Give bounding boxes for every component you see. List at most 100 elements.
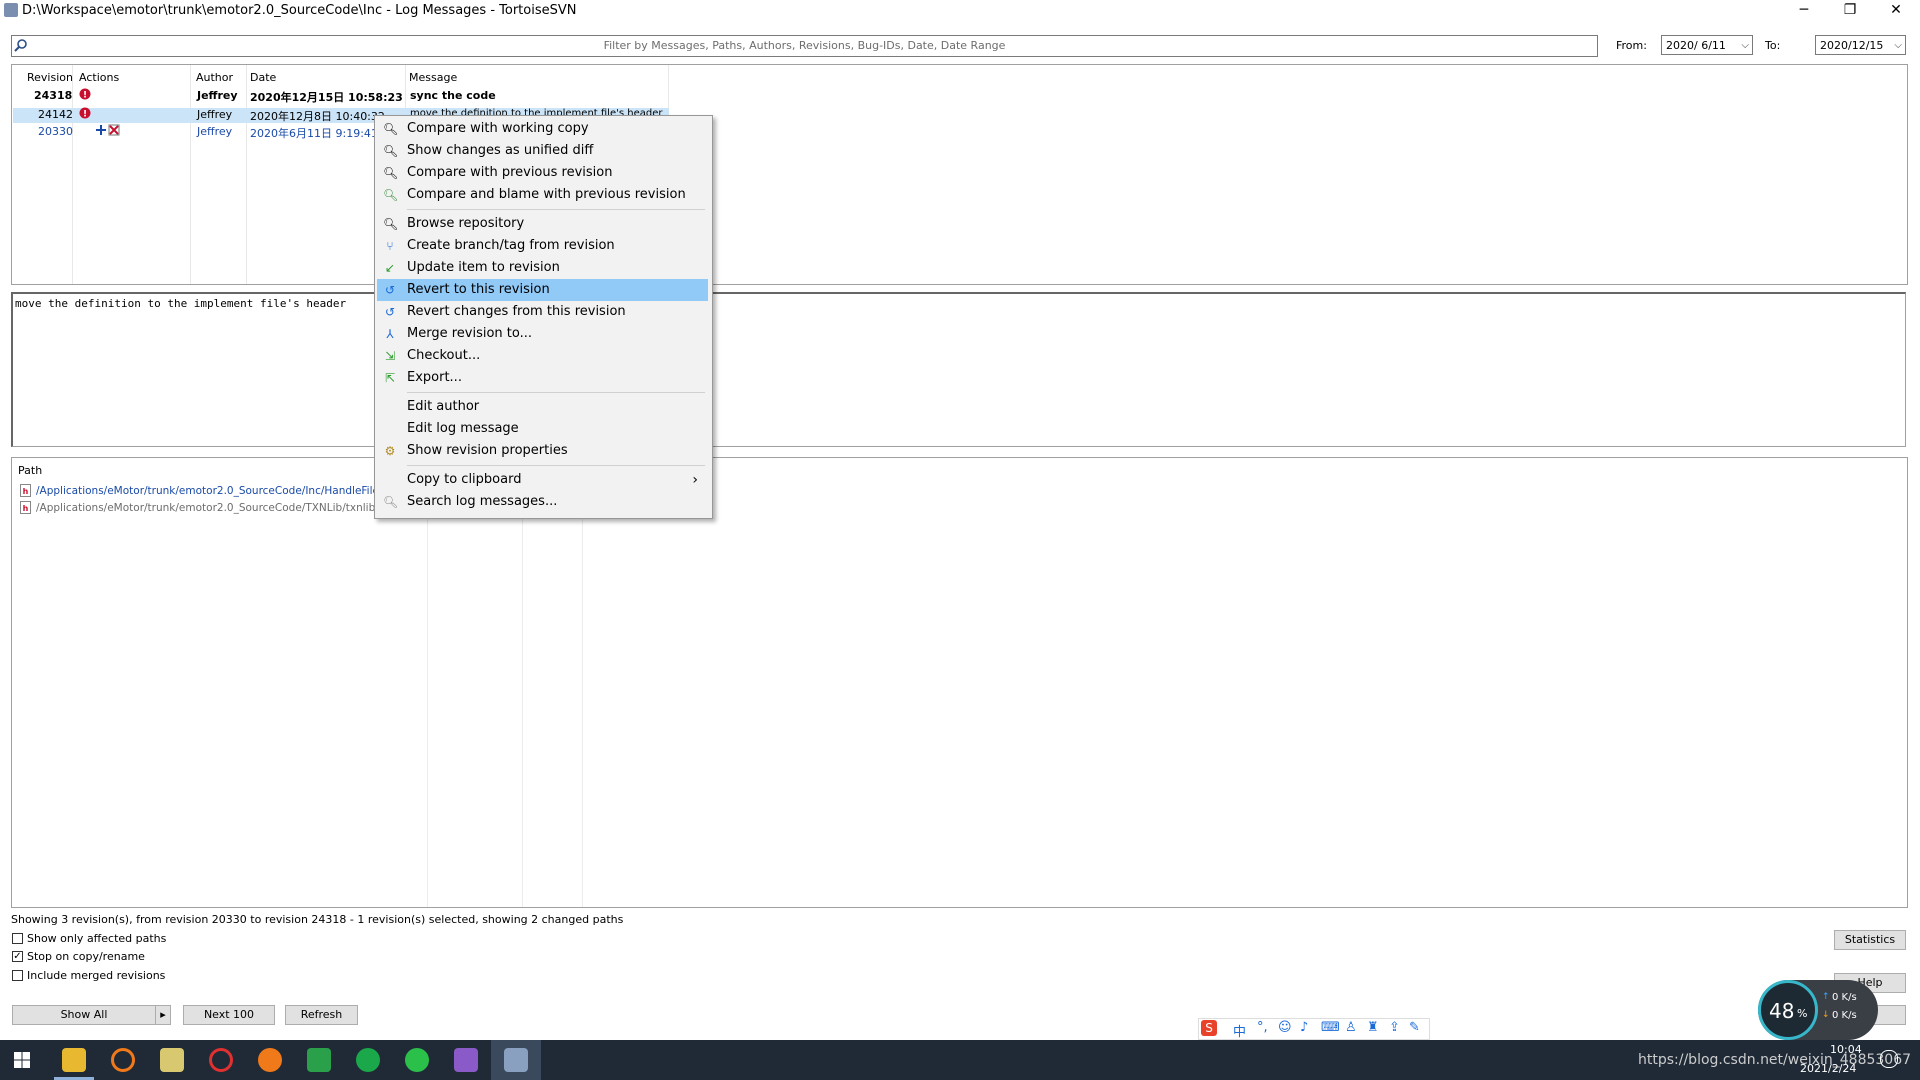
affected-paths-checkbox[interactable]: [12, 933, 23, 944]
statistics-button[interactable]: Statistics: [1834, 930, 1906, 950]
settings-wrench-icon[interactable]: ✎: [1409, 1020, 1420, 1035]
punctuation-icon[interactable]: °,: [1257, 1020, 1268, 1035]
wechat-icon[interactable]: [405, 1048, 429, 1072]
to-date-value: 2020/12/15: [1820, 39, 1884, 52]
revert-icon: ↺: [384, 283, 396, 297]
menu-separator: [407, 209, 705, 210]
menu-export[interactable]: ⇱ Export...: [377, 367, 708, 389]
from-date-picker[interactable]: 2020/ 6/11 ⌵: [1661, 35, 1753, 55]
percent-sign: %: [1797, 1007, 1808, 1020]
include-merged-label[interactable]: Include merged revisions: [27, 969, 165, 982]
revision-author[interactable]: Jeffrey: [197, 89, 238, 102]
visual-studio-icon[interactable]: [454, 1048, 478, 1072]
menu-compare-working-copy[interactable]: 🔍︎ Compare with working copy: [377, 118, 708, 140]
menu-compare-previous[interactable]: 🔍︎ Compare with previous revision: [377, 162, 708, 184]
spreadsheet-icon[interactable]: [307, 1048, 331, 1072]
menu-revert-to-revision[interactable]: ↺ Revert to this revision: [377, 279, 708, 301]
log-message-panel[interactable]: move the definition to the implement fil…: [11, 292, 1906, 447]
log-message-text[interactable]: move the definition to the implement fil…: [15, 297, 346, 310]
clock-time[interactable]: 10:04: [1830, 1043, 1862, 1056]
menu-browse-repository[interactable]: 🔍︎ Browse repository: [377, 213, 708, 235]
column-header-message[interactable]: Message: [409, 71, 457, 84]
export-icon: ⇱: [384, 371, 396, 385]
revision-author[interactable]: Jeffrey: [197, 125, 232, 138]
clock-date[interactable]: 2021/2/24: [1800, 1062, 1856, 1075]
stop-on-copy-checkbox[interactable]: ✓: [12, 951, 23, 962]
download-arrow-icon: ↓: [1822, 1010, 1830, 1020]
toolbox-icon[interactable]: ⇪: [1389, 1020, 1400, 1035]
refresh-button[interactable]: Refresh: [285, 1005, 358, 1025]
skin-icon[interactable]: ♜: [1367, 1020, 1379, 1035]
ime-mode-toggle[interactable]: 中: [1233, 1021, 1246, 1040]
menu-search-log-messages[interactable]: 🔍︎ Search log messages...: [377, 491, 708, 513]
app-red-icon[interactable]: [209, 1048, 233, 1072]
column-header-actions[interactable]: Actions: [79, 71, 119, 84]
menu-separator: [407, 465, 705, 466]
revision-author[interactable]: Jeffrey: [197, 108, 232, 121]
menu-separator: [407, 392, 705, 393]
checkout-icon: ⇲: [384, 349, 396, 363]
include-merged-checkbox[interactable]: [12, 970, 23, 981]
svg-text:h: h: [23, 504, 29, 513]
revision-number[interactable]: 24318: [34, 89, 72, 102]
merge-icon: ⅄: [386, 327, 394, 341]
menu-checkout[interactable]: ⇲ Checkout...: [377, 345, 708, 367]
microphone-icon[interactable]: ♪: [1300, 1020, 1308, 1035]
context-menu[interactable]: 🔍︎ Compare with working copy 🔍︎ Show chang…: [374, 115, 713, 519]
user-icon[interactable]: ♙: [1345, 1020, 1357, 1035]
menu-create-branch[interactable]: ⑂ Create branch/tag from revision: [377, 235, 708, 257]
column-header-path[interactable]: Path: [18, 464, 42, 477]
added-action-icon: [96, 125, 106, 135]
show-all-button[interactable]: Show All: [12, 1005, 156, 1025]
revision-number[interactable]: 20330: [38, 125, 73, 138]
green-app-icon[interactable]: [356, 1048, 380, 1072]
column-header-date[interactable]: Date: [250, 71, 276, 84]
close-button[interactable]: ✕: [1873, 0, 1919, 22]
revision-number[interactable]: 24142: [38, 108, 73, 121]
stop-on-copy-label[interactable]: Stop on copy/rename: [27, 950, 145, 963]
menu-edit-author[interactable]: Edit author: [377, 396, 708, 418]
emoji-icon[interactable]: ☺: [1278, 1020, 1292, 1035]
file-explorer-icon[interactable]: [62, 1048, 86, 1072]
menu-update-to-revision[interactable]: ↙ Update item to revision: [377, 257, 708, 279]
menu-copy-to-clipboard[interactable]: Copy to clipboard ›: [377, 469, 708, 491]
download-speed: 0 K/s: [1832, 1010, 1857, 1021]
search-app-icon[interactable]: [111, 1048, 135, 1072]
to-date-picker[interactable]: 2020/12/15 ⌵: [1815, 35, 1906, 55]
column-header-author[interactable]: Author: [196, 71, 233, 84]
network-monitor-widget[interactable]: 48 % ↑ 0 K/s ↓ 0 K/s: [1758, 980, 1878, 1040]
windows-start-icon[interactable]: [14, 1052, 30, 1068]
changed-path-item[interactable]: /Applications/eMotor/trunk/emotor2.0_Sou…: [36, 485, 389, 497]
tortoisesvn-taskbar-icon[interactable]: [504, 1048, 528, 1072]
changed-paths-list[interactable]: Path h /Applications/eMotor/trunk/emotor…: [11, 457, 1908, 908]
menu-show-unified-diff[interactable]: 🔍︎ Show changes as unified diff: [377, 140, 708, 162]
revision-message[interactable]: sync the code: [410, 89, 496, 102]
search-log-icon: 🔍︎: [383, 495, 399, 509]
ime-toolbar[interactable]: S 中 °, ☺ ♪ ⌨ ♙ ♜ ⇪ ✎: [1198, 1018, 1430, 1040]
sogou-logo-icon[interactable]: S: [1201, 1020, 1217, 1036]
menu-revert-changes[interactable]: ↺ Revert changes from this revision: [377, 301, 708, 323]
menu-compare-blame[interactable]: 🔍︎ Compare and blame with previous revisi…: [377, 184, 708, 206]
menu-merge-revision[interactable]: ⅄ Merge revision to...: [377, 323, 708, 345]
next-100-button[interactable]: Next 100: [183, 1005, 275, 1025]
changed-path-item[interactable]: /Applications/eMotor/trunk/emotor2.0_Sou…: [36, 502, 385, 514]
show-all-label: Show All: [60, 1008, 108, 1021]
minimize-button[interactable]: ─: [1781, 0, 1827, 22]
menu-edit-log-message[interactable]: Edit log message: [377, 418, 708, 440]
show-all-dropdown-button[interactable]: ▸: [155, 1005, 171, 1025]
notepad-icon[interactable]: [160, 1048, 184, 1072]
filter-input[interactable]: Filter by Messages, Paths, Authors, Revi…: [11, 35, 1598, 57]
column-header-revision[interactable]: Revision: [27, 71, 73, 84]
revision-list[interactable]: Revision Actions Author Date Message 243…: [11, 64, 1908, 285]
affected-paths-label[interactable]: Show only affected paths: [27, 932, 166, 945]
keyboard-icon[interactable]: ⌨: [1321, 1020, 1340, 1035]
menu-show-revision-properties[interactable]: ⚙ Show revision properties: [377, 440, 708, 462]
browser-icon[interactable]: [258, 1048, 282, 1072]
from-label: From:: [1616, 39, 1647, 52]
revision-date[interactable]: 2020年12月8日 10:40:32: [250, 108, 385, 124]
restore-button[interactable]: ❐: [1827, 0, 1873, 22]
notification-icon[interactable]: [1880, 1050, 1898, 1068]
revision-date[interactable]: 2020年12月15日 10:58:23: [250, 89, 403, 105]
revision-date[interactable]: 2020年6月11日 9:19:41: [250, 125, 378, 141]
filter-placeholder: Filter by Messages, Paths, Authors, Revi…: [603, 39, 1006, 52]
